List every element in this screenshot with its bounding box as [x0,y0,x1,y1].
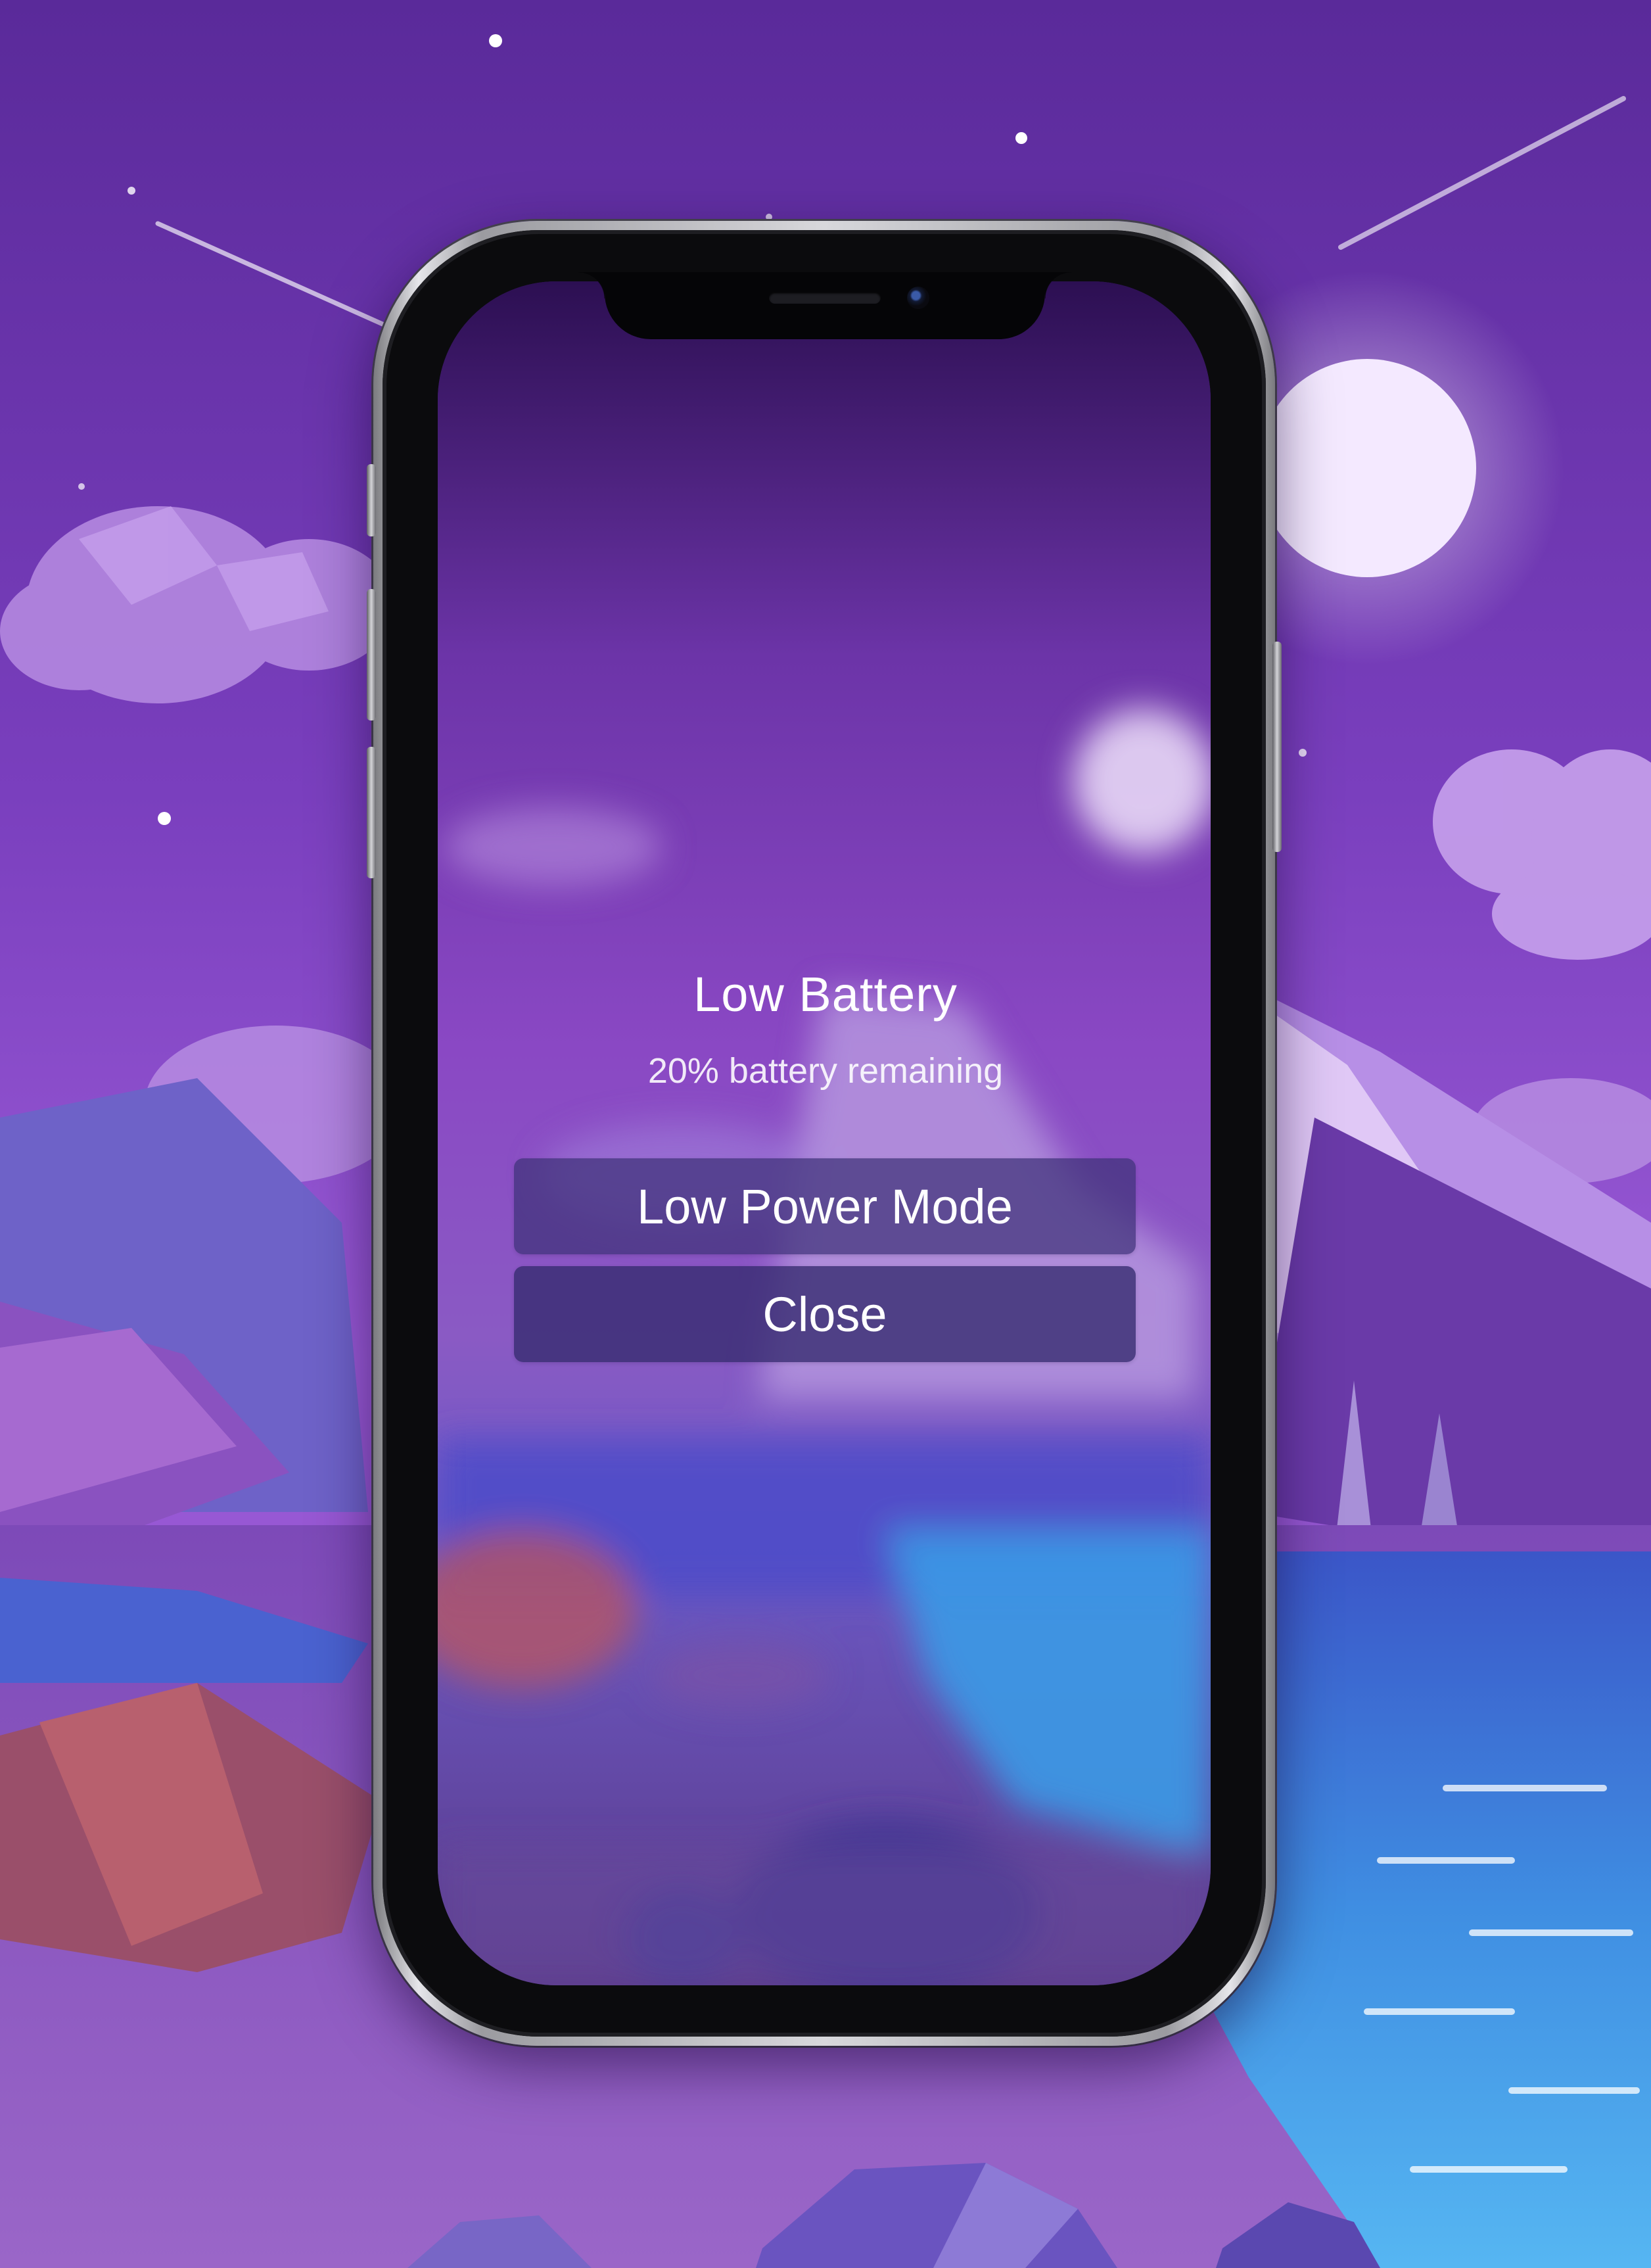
phone-notch [578,272,1071,339]
power-button [1272,642,1282,852]
earpiece-speaker [769,292,881,304]
phone-bezel [383,230,1266,2037]
phone-frame [367,221,1282,2046]
alert-message: 20% battery remaining [647,1051,1004,1091]
volume-up-button [367,589,376,721]
close-button[interactable]: Close [514,1266,1136,1362]
front-camera-icon [907,287,929,309]
alert-title: Low Battery [693,967,958,1022]
mute-switch [367,464,376,536]
blurred-wallpaper [438,281,1211,1985]
volume-down-button [367,747,376,878]
low-power-mode-button[interactable]: Low Power Mode [514,1158,1136,1254]
phone-screen [438,281,1211,1985]
scene-background: Low Battery 20% battery remaining Low Po… [0,0,1651,2268]
